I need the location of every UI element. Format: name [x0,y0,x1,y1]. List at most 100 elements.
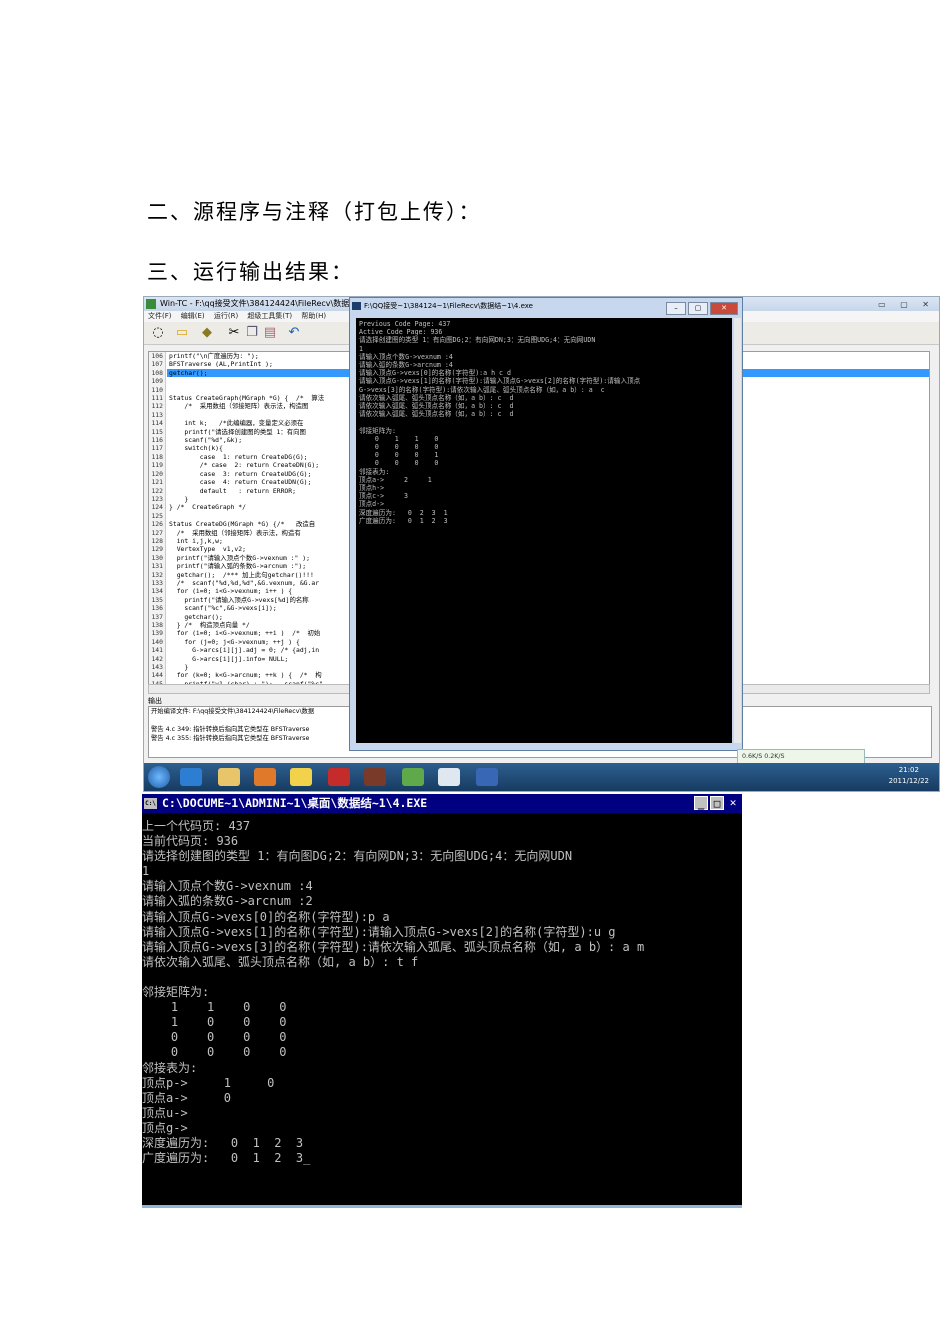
console-line: 邻接矩阵为: [359,426,396,435]
wintc-taskbar-icon[interactable] [402,768,424,786]
console-line: Previous Code Page: 437 [359,320,451,328]
menu-run[interactable]: 运行(R) [214,312,238,320]
new-file-icon[interactable]: ◌ [150,325,166,341]
explorer-icon[interactable] [218,768,240,786]
maximize-button-2[interactable]: □ [710,796,724,810]
line-number: 120 [151,469,163,478]
console-scrollbar[interactable] [734,318,741,743]
line-number: 136 [151,604,163,613]
console2-line: 顶点u-> [142,1105,188,1120]
menu-tools[interactable]: 超级工具集(T) [247,312,292,320]
line-number: 135 [151,595,163,604]
console-window-2: C:\ C:\DOCUME~1\ADMINI~1\桌面\数据结~1\4.EXE … [142,794,742,1208]
undo-icon[interactable]: ↶ [286,325,302,341]
menu-edit[interactable]: 编辑(E) [181,312,205,320]
clock-date: 2011/12/22 [888,777,929,785]
menu-help[interactable]: 帮助(H) [301,312,326,320]
window-controls[interactable]: ▭ ▢ ✕ [878,298,935,312]
console-line: 0 1 1 0 [359,434,439,443]
console-line: 请输入弧的条数G->arcnum :4 [359,361,453,370]
media-player-icon[interactable] [254,768,276,786]
console-line: 顶点a-> 2 1 [359,475,432,484]
clock-time: 21:02 [898,766,919,774]
cut-icon[interactable]: ✂ [226,325,242,341]
paste-icon[interactable]: ▤ [262,325,278,341]
line-number: 121 [151,478,163,487]
minimize-button-2[interactable]: _ [694,796,708,810]
line-number: 110 [151,385,163,394]
console-line: 请依次输入弧尾、弧头顶点名称（如，a b）: c d [359,402,514,411]
line-number: 133 [151,578,163,587]
console2-line: 顶点a-> 0 [142,1090,232,1105]
app-icon[interactable] [364,768,386,786]
word-icon[interactable] [476,768,498,786]
console2-line: 1 0 0 0 [142,1015,287,1030]
clock[interactable]: 21:02 2011/12/22 [889,765,929,787]
open-folder-icon[interactable]: ▭ [174,325,190,341]
console2-line: 请选择创建图的类型 1：有向图DG;2：有向网DN;3：无向图UDG;4：无向网… [142,849,573,864]
close-button[interactable]: ✕ [710,302,738,315]
line-number: 141 [151,646,163,655]
console-titlebar: F:\QQ接受~1\384124~1\FileRecv\数据结~1\4.exe … [350,298,742,315]
console2-line: 深度遍历为: 0 1 2 3 [142,1135,304,1150]
console2-bottom-edge [142,1205,742,1208]
console-line: 请依次输入弧尾、弧头顶点名称（如，a b）: c d [359,410,514,419]
line-number: 130 [151,553,163,562]
line-number: 126 [151,520,163,529]
start-button[interactable] [148,766,170,788]
line-number: 109 [151,377,163,386]
console2-line: 0 0 0 0 [142,1030,287,1045]
console2-line: 上一个代码页: 437 [142,819,251,833]
console2-line: 1 1 0 0 [142,1000,287,1015]
close-button-2[interactable]: ✕ [726,796,740,810]
save-icon[interactable]: ◆ [199,325,215,341]
console-taskbar-icon[interactable] [438,768,460,786]
console-line: 1 [359,344,363,353]
console-line: 顶点c-> 3 [359,492,408,501]
console-window: F:\QQ接受~1\384124~1\FileRecv\数据结~1\4.exe … [349,297,743,751]
line-number: 128 [151,536,163,545]
video-player-icon[interactable] [328,768,350,786]
maximize-button[interactable]: ▢ [688,302,708,315]
console-line: 深度遍历为: 0 2 3 1 [359,508,448,517]
console2-line: 请输入顶点G->vexs[0]的名称(字符型):p a [142,909,390,924]
line-number: 112 [151,402,163,411]
console2-line: 广度遍历为: 0 1 2 3_ [142,1151,311,1166]
console-line: 请输入顶点个数G->vexnum :4 [359,352,453,361]
line-number: 119 [151,461,163,470]
console-line: G->vexs[3]的名称(字符型):请依次输入弧尾、弧头顶点名称（如，a b）… [359,385,605,394]
line-number: 131 [151,562,163,571]
minimize-button[interactable]: – [666,302,686,315]
line-number: 114 [151,419,163,428]
console2-line: 请依次输入弧尾、弧头顶点名称（如, a b）: t f [142,954,419,969]
console2-line: 邻接表为: [142,1060,198,1075]
console2-output: 上一个代码页: 437 当前代码页: 936 请选择创建图的类型 1：有向图DG;2… [142,813,742,1199]
line-number: 111 [151,394,163,403]
line-number: 116 [151,436,163,445]
ie-icon[interactable] [180,768,202,786]
console-icon [352,302,361,310]
console2-line: 邻接矩阵为: [142,985,210,1000]
line-number: 129 [151,545,163,554]
line-number: 115 [151,427,163,436]
line-number: 138 [151,621,163,629]
section3-heading: 三、运行输出结果： [147,260,354,284]
taskbar: 21:02 2011/12/22 [144,763,939,791]
menu-file[interactable]: 文件(F) [148,312,172,320]
line-number: 113 [151,410,163,419]
line-number: 122 [151,486,163,495]
line-number: 127 [151,528,163,537]
line-number: 137 [151,612,163,621]
line-number: 134 [151,587,163,596]
line-number: 124 [151,503,163,512]
console-line: 邻接表为: [359,467,390,476]
line-number: 139 [151,629,163,638]
copy-icon[interactable]: ❐ [244,325,260,341]
console2-line: 顶点g-> [142,1120,188,1135]
line-number: 117 [151,444,163,453]
line-number: 143 [151,663,163,672]
qq-icon[interactable] [290,768,312,786]
console-line: 广度遍历为: 0 1 2 3 [359,516,448,525]
line-number: 125 [151,511,163,520]
